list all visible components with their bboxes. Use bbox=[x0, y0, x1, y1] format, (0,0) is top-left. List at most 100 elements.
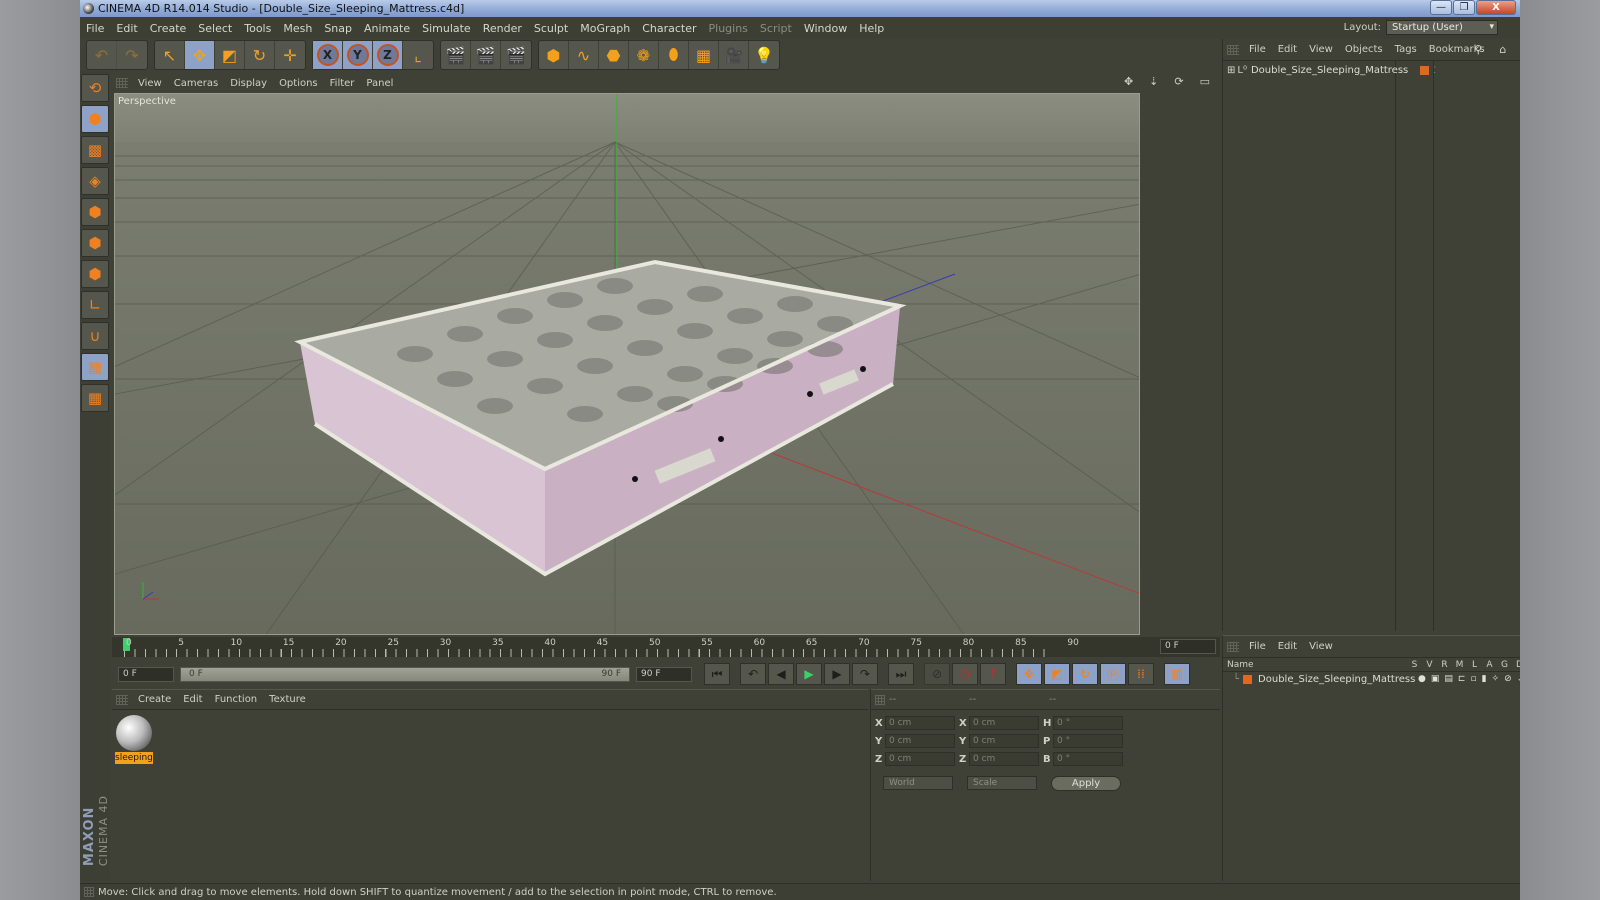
menu-tools[interactable]: Tools bbox=[238, 22, 277, 35]
render-toggle-icon[interactable]: ▤ bbox=[1444, 674, 1453, 684]
cube-primitive-button[interactable]: ⬢ bbox=[539, 41, 569, 69]
layer-column-name[interactable]: Name bbox=[1223, 660, 1407, 670]
solo-toggle-icon[interactable]: ● bbox=[1418, 674, 1426, 684]
panel-grip-icon[interactable] bbox=[875, 694, 885, 705]
last-tool-button[interactable]: ✛ bbox=[275, 41, 305, 69]
object-menu-objects[interactable]: Objects bbox=[1339, 44, 1389, 55]
menu-render[interactable]: Render bbox=[477, 22, 528, 35]
object-menu-view[interactable]: View bbox=[1303, 44, 1339, 55]
rotate-button[interactable]: ↻ bbox=[245, 41, 275, 69]
viewport-menu-filter[interactable]: Filter bbox=[324, 78, 361, 89]
edges-mode-button[interactable]: ⬢ bbox=[81, 229, 109, 257]
frame-range-slider[interactable]: 0 F 90 F bbox=[180, 666, 630, 682]
snap-magnet-button[interactable]: ∪ bbox=[81, 322, 109, 350]
menu-plugins[interactable]: Plugins bbox=[703, 22, 754, 35]
menu-select[interactable]: Select bbox=[192, 22, 238, 35]
spline-button[interactable]: ∿ bbox=[569, 41, 599, 69]
menu-window[interactable]: Window bbox=[798, 22, 853, 35]
texture-mode-button[interactable]: ▩ bbox=[81, 136, 109, 164]
render-picture-viewer-button[interactable]: 🎬 bbox=[471, 41, 501, 69]
viewport-menu-panel[interactable]: Panel bbox=[360, 78, 399, 89]
size-x-field[interactable]: 0 cm bbox=[969, 716, 1039, 730]
floor-button[interactable]: ▦ bbox=[689, 41, 719, 69]
view-toggle-icon[interactable]: ▣ bbox=[1431, 674, 1440, 684]
material-menu-create[interactable]: Create bbox=[132, 694, 177, 705]
menu-help[interactable]: Help bbox=[853, 22, 890, 35]
layer-column-g[interactable]: G bbox=[1497, 660, 1512, 670]
axis-mode-button[interactable]: ∟ bbox=[81, 291, 109, 319]
layer-column-m[interactable]: M bbox=[1452, 660, 1467, 670]
viewport-menu-options[interactable]: Options bbox=[273, 78, 324, 89]
maximize-view-icon[interactable]: ▭ bbox=[1194, 75, 1216, 88]
layout-dropdown[interactable]: Startup (User) bbox=[1386, 20, 1498, 35]
layer-column-l[interactable]: L bbox=[1467, 660, 1482, 670]
locked-workplane-button[interactable]: ▦ bbox=[81, 353, 109, 381]
make-editable-button[interactable]: ⟲ bbox=[81, 74, 109, 102]
timeline-scheme-button[interactable]: ▥ bbox=[1164, 663, 1190, 685]
object-name[interactable]: Double_Size_Sleeping_Mattress bbox=[1251, 65, 1408, 76]
undo-button[interactable]: ↶ bbox=[87, 41, 117, 69]
position-z-field[interactable]: 0 cm bbox=[885, 752, 955, 766]
redo-button[interactable]: ↷ bbox=[117, 41, 147, 69]
link-icon[interactable]: ⊂⊃ bbox=[1517, 43, 1520, 56]
layer-menu-view[interactable]: View bbox=[1303, 641, 1339, 652]
scale-button[interactable]: ◩ bbox=[215, 41, 245, 69]
pan-view-icon[interactable]: ✥ bbox=[1118, 75, 1139, 88]
object-row[interactable]: ⊞ L⁰ Double_Size_Sleeping_Mattress ⁚ bbox=[1227, 65, 1436, 76]
layer-column-d[interactable]: D bbox=[1512, 660, 1520, 670]
deformers-toggle-icon[interactable]: ⊘ bbox=[1504, 674, 1512, 684]
z-axis-button[interactable]: Z bbox=[373, 41, 403, 69]
material-swatch[interactable]: sleeping bbox=[115, 714, 153, 766]
close-button[interactable]: X bbox=[1476, 0, 1516, 15]
menu-mesh[interactable]: Mesh bbox=[277, 22, 318, 35]
menu-character[interactable]: Character bbox=[636, 22, 702, 35]
autokeying-button[interactable]: ⏻ bbox=[952, 663, 978, 685]
x-axis-button[interactable]: X bbox=[313, 41, 343, 69]
record-position-button[interactable]: ✥ bbox=[1016, 663, 1042, 685]
3d-viewport[interactable]: Perspective bbox=[114, 93, 1140, 635]
world-coordinates-button[interactable]: ⌞ bbox=[403, 41, 433, 69]
light-button[interactable]: 💡 bbox=[749, 41, 779, 69]
previous-key-button[interactable]: ↶ bbox=[740, 663, 766, 685]
render-settings-button[interactable]: 🎬 bbox=[501, 41, 531, 69]
zoom-view-icon[interactable]: ⇣ bbox=[1143, 75, 1164, 88]
coordinate-system-dropdown[interactable]: World bbox=[883, 776, 953, 790]
workplane-button[interactable]: ◈ bbox=[81, 167, 109, 195]
expressions-toggle-icon[interactable]: ⌄ bbox=[1517, 674, 1520, 684]
panel-grip-icon[interactable] bbox=[1227, 45, 1239, 55]
model-mode-button[interactable]: ⬢ bbox=[81, 105, 109, 133]
minimize-button[interactable]: — bbox=[1430, 0, 1452, 15]
material-menu-function[interactable]: Function bbox=[209, 694, 264, 705]
expand-icon[interactable]: ⊞ bbox=[1227, 65, 1235, 76]
apply-button[interactable]: Apply bbox=[1051, 776, 1121, 791]
record-pla-button[interactable]: ⁞⁞ bbox=[1128, 663, 1154, 685]
end-frame-field[interactable]: 90 F bbox=[636, 666, 692, 682]
panel-grip-icon[interactable] bbox=[116, 78, 128, 88]
size-y-field[interactable]: 0 cm bbox=[969, 734, 1039, 748]
animation-toggle-icon[interactable]: ▮ bbox=[1482, 674, 1487, 684]
render-view-button[interactable]: 🎬 bbox=[441, 41, 471, 69]
record-parameter-button[interactable]: Ⓟ bbox=[1100, 663, 1126, 685]
material-menu-edit[interactable]: Edit bbox=[177, 694, 208, 705]
layer-color-tag[interactable] bbox=[1420, 66, 1430, 75]
next-frame-button[interactable]: ▶ bbox=[824, 663, 850, 685]
play-button[interactable]: ▶ bbox=[796, 663, 822, 685]
points-mode-button[interactable]: ⬢ bbox=[81, 198, 109, 226]
layer-column-s[interactable]: S bbox=[1407, 660, 1422, 670]
move-button[interactable]: ✥ bbox=[185, 41, 215, 69]
scale-mode-dropdown[interactable]: Scale bbox=[967, 776, 1037, 790]
record-keys-button[interactable]: ⊘ bbox=[924, 663, 950, 685]
current-frame-field[interactable]: 0 F bbox=[1160, 639, 1216, 654]
rotate-view-icon[interactable]: ⟳ bbox=[1168, 75, 1189, 88]
object-menu-tags[interactable]: Tags bbox=[1389, 44, 1423, 55]
planar-workplane-button[interactable]: ▦ bbox=[81, 384, 109, 412]
position-y-field[interactable]: 0 cm bbox=[885, 734, 955, 748]
panel-grip-icon[interactable] bbox=[116, 695, 128, 705]
menu-file[interactable]: File bbox=[80, 22, 110, 35]
layer-row[interactable]: └ Double_Size_Sleeping_Mattress ● ▣ ▤ ⊏ … bbox=[1223, 672, 1520, 686]
go-to-start-button[interactable]: ⏮ bbox=[704, 663, 730, 685]
menu-edit[interactable]: Edit bbox=[110, 22, 143, 35]
layer-column-v[interactable]: V bbox=[1422, 660, 1437, 670]
rotation-p-field[interactable]: 0 ° bbox=[1053, 734, 1123, 748]
material-menu-texture[interactable]: Texture bbox=[263, 694, 312, 705]
